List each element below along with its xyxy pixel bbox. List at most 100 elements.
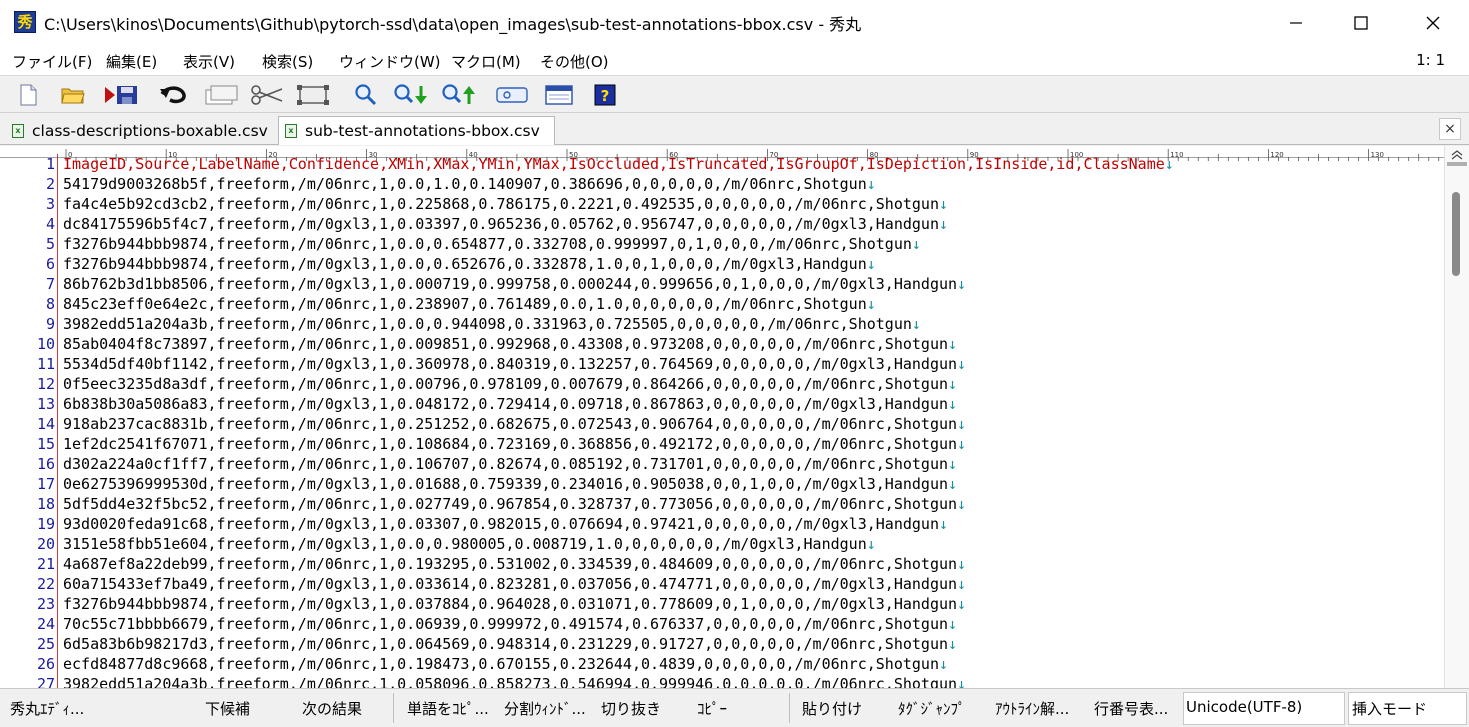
- line-number[interactable]: 1: [0, 154, 57, 174]
- text-line[interactable]: 18 5df5dd4e32f5bc52,freeform,/m/06nrc,1,0…: [0, 494, 1444, 514]
- status-copy-word[interactable]: 単語をｺﾋﾟ...: [407, 698, 489, 719]
- line-text[interactable]: f3276b944bbb9874,freeform,/m/06nrc,1,0.0…: [63, 234, 912, 254]
- vertical-scrollbar[interactable]: [1444, 146, 1469, 688]
- text-line[interactable]: 3 fa4c4e5b92cd3cb2,freeform,/m/06nrc,1,0.…: [0, 194, 1444, 214]
- line-text[interactable]: 54179d9003268b5f,freeform,/m/06nrc,1,0.0…: [63, 174, 867, 194]
- status-next-result[interactable]: 次の結果: [302, 698, 362, 719]
- text-line[interactable]: 25 6d5a83b6b98217d3,freeform,/m/06nrc,1,0…: [0, 634, 1444, 654]
- search-prev-icon[interactable]: [440, 81, 478, 109]
- scroll-up-icon[interactable]: [1451, 150, 1463, 160]
- line-text[interactable]: 4a687ef8a22deb99,freeform,/m/06nrc,1,0.1…: [63, 554, 957, 574]
- close-button[interactable]: [1398, 0, 1468, 46]
- text-line[interactable]: 7 86b762b3d1bb8506,freeform,/m/0gxl3,1,0.…: [0, 274, 1444, 294]
- line-text[interactable]: 0f5eec3235d8a3df,freeform,/m/06nrc,1,0.0…: [63, 374, 948, 394]
- line-text[interactable]: dc84175596b5f4c7,freeform,/m/0gxl3,1,0.0…: [63, 214, 939, 234]
- text-line[interactable]: 23 f3276b944bbb9874,freeform,/m/0gxl3,1,0…: [0, 594, 1444, 614]
- line-number[interactable]: 15: [0, 434, 57, 454]
- text-line[interactable]: 6 f3276b944bbb9874,freeform,/m/0gxl3,1,0.…: [0, 254, 1444, 274]
- line-number[interactable]: 24: [0, 614, 57, 634]
- text-line[interactable]: 17 0e6275396999530d,freeform,/m/0gxl3,1,0…: [0, 474, 1444, 494]
- app-icon[interactable]: 秀: [14, 11, 36, 33]
- search-icon[interactable]: [351, 81, 381, 109]
- status-paste[interactable]: 貼り付け: [802, 698, 862, 719]
- line-number[interactable]: 25: [0, 634, 57, 654]
- line-text[interactable]: 5534d5df40bf1142,freeform,/m/0gxl3,1,0.3…: [63, 354, 957, 374]
- text-line[interactable]: 15 1ef2dc2541f67071,freeform,/m/06nrc,1,0…: [0, 434, 1444, 454]
- line-number[interactable]: 14: [0, 414, 57, 434]
- menu-edit[interactable]: 編集(E): [106, 51, 157, 72]
- line-text[interactable]: 6d5a83b6b98217d3,freeform,/m/06nrc,1,0.0…: [63, 634, 948, 654]
- line-text[interactable]: 3982edd51a204a3b,freeform,/m/06nrc,1,0.0…: [63, 314, 912, 334]
- menu-macro[interactable]: マクロ(M): [451, 51, 521, 72]
- line-text[interactable]: 70c55c71bbbb6679,freeform,/m/06nrc,1,0.0…: [63, 614, 948, 634]
- line-text[interactable]: ecfd84877d8c9668,freeform,/m/06nrc,1,0.1…: [63, 654, 939, 674]
- split-handle-icon[interactable]: [1447, 162, 1467, 166]
- status-clip[interactable]: 切り抜き: [601, 698, 661, 719]
- text-line[interactable]: 13 6b838b30a5086a83,freeform,/m/0gxl3,1,0…: [0, 394, 1444, 414]
- line-text[interactable]: f3276b944bbb9874,freeform,/m/0gxl3,1,0.0…: [63, 254, 867, 274]
- text-line[interactable]: 11 5534d5df40bf1142,freeform,/m/0gxl3,1,0…: [0, 354, 1444, 374]
- text-line[interactable]: 2 54179d9003268b5f,freeform,/m/06nrc,1,0.…: [0, 174, 1444, 194]
- encoding-box[interactable]: Unicode(UTF-8): [1183, 692, 1345, 725]
- paste-icon[interactable]: [295, 81, 331, 109]
- text-line[interactable]: 14 918ab237cac8831b,freeform,/m/06nrc,1,0…: [0, 414, 1444, 434]
- new-file-icon[interactable]: [13, 81, 43, 109]
- line-number[interactable]: 18: [0, 494, 57, 514]
- line-number[interactable]: 19: [0, 514, 57, 534]
- open-folder-icon[interactable]: [58, 81, 88, 109]
- line-number[interactable]: 27: [0, 674, 57, 688]
- line-number[interactable]: 5: [0, 234, 57, 254]
- menu-search[interactable]: 検索(S): [262, 51, 313, 72]
- line-number[interactable]: 13: [0, 394, 57, 414]
- menu-other[interactable]: その他(O): [540, 51, 609, 72]
- line-number[interactable]: 3: [0, 194, 57, 214]
- line-text[interactable]: 93d0020feda91c68,freeform,/m/0gxl3,1,0.0…: [63, 514, 939, 534]
- close-tab-button[interactable]: ×: [1439, 118, 1461, 140]
- text-line[interactable]: 22 60a715433ef7ba49,freeform,/m/0gxl3,1,0…: [0, 574, 1444, 594]
- line-number[interactable]: 2: [0, 174, 57, 194]
- minimize-button[interactable]: [1261, 0, 1331, 46]
- text-line[interactable]: 19 93d0020feda91c68,freeform,/m/0gxl3,1,0…: [0, 514, 1444, 534]
- line-number[interactable]: 11: [0, 354, 57, 374]
- status-line-number[interactable]: 行番号表...: [1094, 698, 1168, 719]
- text-line[interactable]: 5 f3276b944bbb9874,freeform,/m/06nrc,1,0.…: [0, 234, 1444, 254]
- text-line[interactable]: 10 85ab0404f8c73897,freeform,/m/06nrc,1,0…: [0, 334, 1444, 354]
- text-line[interactable]: 9 3982edd51a204a3b,freeform,/m/06nrc,1,0.…: [0, 314, 1444, 334]
- text-line[interactable]: 12 0f5eec3235d8a3df,freeform,/m/06nrc,1,0…: [0, 374, 1444, 394]
- line-text[interactable]: 918ab237cac8831b,freeform,/m/06nrc,1,0.2…: [63, 414, 957, 434]
- search-next-icon[interactable]: [392, 81, 430, 109]
- window-icon[interactable]: [542, 81, 576, 109]
- text-line[interactable]: 21 4a687ef8a22deb99,freeform,/m/06nrc,1,0…: [0, 554, 1444, 574]
- undo-icon[interactable]: [158, 81, 188, 109]
- mode-box[interactable]: 挿入モード: [1348, 692, 1467, 725]
- line-number[interactable]: 21: [0, 554, 57, 574]
- line-number[interactable]: 10: [0, 334, 57, 354]
- line-text[interactable]: 1ef2dc2541f67071,freeform,/m/06nrc,1,0.1…: [63, 434, 957, 454]
- line-number[interactable]: 6: [0, 254, 57, 274]
- text-line[interactable]: 24 70c55c71bbbb6679,freeform,/m/06nrc,1,0…: [0, 614, 1444, 634]
- help-icon[interactable]: ?: [590, 81, 620, 109]
- line-number[interactable]: 7: [0, 274, 57, 294]
- status-copy[interactable]: ｺﾋﾟｰ: [697, 698, 727, 719]
- line-text[interactable]: d302a224a0cf1ff7,freeform,/m/06nrc,1,0.1…: [63, 454, 948, 474]
- text-line[interactable]: 20 3151e58fbb51e604,freeform,/m/0gxl3,1,0…: [0, 534, 1444, 554]
- tab-class-descriptions[interactable]: x class-descriptions-boxable.csv: [6, 116, 276, 145]
- status-next-candidate[interactable]: 下候補: [205, 698, 250, 719]
- editor-area[interactable]: 0 10 20 30 40 50 60 70 80 90 100 110 120 130 1 ImageID…: [0, 146, 1469, 688]
- menu-file[interactable]: ファイル(F): [12, 51, 92, 72]
- text-line[interactable]: 8 845c23eff0e64e2c,freeform,/m/06nrc,1,0.…: [0, 294, 1444, 314]
- line-text[interactable]: 86b762b3d1bb8506,freeform,/m/0gxl3,1,0.0…: [63, 274, 957, 294]
- grep-icon[interactable]: [494, 81, 530, 109]
- line-text[interactable]: f3276b944bbb9874,freeform,/m/0gxl3,1,0.0…: [63, 594, 957, 614]
- status-tag-jump[interactable]: ﾀｸﾞｼﾞｬﾝﾌﾟ: [898, 698, 966, 719]
- menu-window[interactable]: ウィンドウ(W): [339, 51, 441, 72]
- line-number[interactable]: 4: [0, 214, 57, 234]
- line-text[interactable]: 85ab0404f8c73897,freeform,/m/06nrc,1,0.0…: [63, 334, 948, 354]
- status-outline[interactable]: ｱｳﾄﾗｲﾝ解...: [995, 698, 1069, 719]
- line-text[interactable]: 5df5dd4e32f5bc52,freeform,/m/06nrc,1,0.0…: [63, 494, 957, 514]
- text-line[interactable]: 4 dc84175596b5f4c7,freeform,/m/0gxl3,1,0.…: [0, 214, 1444, 234]
- text-line[interactable]: 1 ImageID,Source,LabelName,Confidence,XMi…: [0, 154, 1444, 174]
- line-number[interactable]: 23: [0, 594, 57, 614]
- line-number[interactable]: 8: [0, 294, 57, 314]
- line-text[interactable]: 6b838b30a5086a83,freeform,/m/0gxl3,1,0.0…: [63, 394, 948, 414]
